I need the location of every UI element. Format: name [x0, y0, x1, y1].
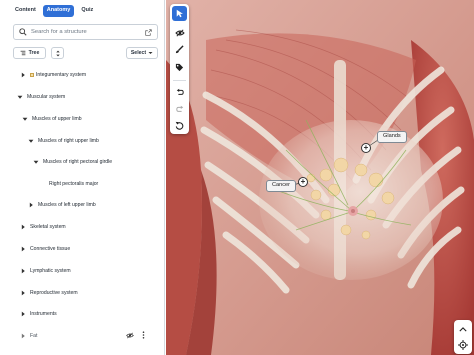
recenter-button[interactable] [456, 338, 470, 352]
anatomy-panel: Content Anatomy Quiz Tree Select [0, 0, 165, 355]
glands-label[interactable]: Glands [377, 131, 407, 143]
caret-right-icon[interactable] [20, 333, 26, 339]
nipple-center [351, 209, 355, 213]
tree-item-fat[interactable]: Fat [20, 331, 37, 341]
glands-pin-icon[interactable]: + [361, 143, 371, 153]
tree-item-label: Muscles of right pectoral girdle [43, 159, 113, 165]
tree-item-label: Muscles of right upper limb [38, 138, 99, 144]
chevron-up-icon [459, 326, 467, 331]
tree-item-pectoralis-major[interactable]: Right pectoralis major [49, 179, 98, 189]
tab-content[interactable]: Content [12, 5, 39, 17]
tree-icon [20, 50, 26, 56]
paint-tool-button[interactable] [172, 42, 187, 57]
tag-icon [175, 63, 184, 72]
caret-down-icon[interactable] [17, 94, 23, 100]
crosshair-icon [458, 340, 468, 350]
tree-item-label: Connective tissue [30, 246, 71, 252]
tree-item-label: Muscles of left upper limb [38, 202, 96, 208]
tab-quiz[interactable]: Quiz [78, 5, 96, 17]
search-box [13, 24, 158, 40]
caret-down-icon[interactable] [28, 138, 34, 144]
tree-item-integumentary[interactable]: Integumentary system [20, 70, 86, 80]
select-tool-button[interactable] [172, 6, 187, 21]
label-tool-button[interactable] [172, 60, 187, 75]
tree-item-instruments[interactable]: Instruments [20, 309, 57, 319]
external-link-icon[interactable] [145, 29, 152, 36]
caret-right-icon[interactable] [20, 268, 26, 274]
tree-item-label: Muscular system [27, 94, 66, 100]
hidden-eye-icon[interactable] [126, 332, 134, 339]
more-options-icon[interactable] [142, 331, 145, 339]
reset-icon [175, 121, 184, 130]
tree-item-right-pectoral[interactable]: Muscles of right pectoral girdle [33, 157, 112, 167]
anatomy-model-render[interactable] [166, 0, 474, 355]
caret-down-icon[interactable] [33, 159, 39, 165]
tree-item-label: Lymphatic system [30, 268, 71, 274]
tree-item-label: Instruments [30, 311, 57, 317]
tree-item-left-upper-limb[interactable]: Muscles of left upper limb [28, 200, 96, 210]
select-dropdown[interactable]: Select [126, 47, 158, 59]
caret-right-icon[interactable] [20, 290, 26, 296]
reset-button[interactable] [172, 118, 187, 133]
caret-right-icon[interactable] [20, 224, 26, 230]
tree-view-button[interactable]: Tree [13, 47, 46, 59]
tree-item-lymphatic[interactable]: Lymphatic system [20, 266, 71, 276]
tree-item-muscular[interactable]: Muscular system [17, 92, 65, 102]
caret-right-icon[interactable] [20, 246, 26, 252]
search-icon [19, 28, 27, 36]
cancer-pin-icon[interactable]: + [298, 177, 308, 187]
hide-tool-button[interactable] [172, 25, 187, 40]
undo-button[interactable] [172, 84, 187, 99]
tree-item-skeletal[interactable]: Skeletal system [20, 222, 66, 232]
tree-view-label: Tree [28, 50, 40, 56]
caret-right-icon[interactable] [20, 72, 26, 78]
tree-item-label: Skeletal system [30, 224, 66, 230]
expand-up-button[interactable] [456, 322, 470, 336]
sort-icon [55, 50, 60, 56]
breast-tissue [259, 120, 443, 280]
anatomy-3d-viewer[interactable] [166, 0, 474, 355]
tree-item-label: Reproductive system [30, 290, 78, 296]
tree-item-label: Right pectoralis major [49, 181, 99, 187]
tree-item-upper-limb[interactable]: Muscles of upper limb [22, 114, 82, 124]
paint-brush-icon [175, 45, 184, 54]
tree-item-right-upper-limb[interactable]: Muscles of right upper limb [28, 136, 99, 146]
cursor-icon [176, 9, 183, 18]
view-controls [454, 320, 472, 354]
undo-icon [176, 88, 184, 95]
redo-icon [175, 105, 183, 112]
redo-button[interactable] [172, 101, 187, 116]
tree-item-connective[interactable]: Connective tissue [20, 244, 70, 254]
sort-button[interactable] [51, 47, 64, 59]
tree-item-label: Fat [30, 333, 38, 339]
caret-right-icon[interactable] [28, 202, 34, 208]
caret-down-icon[interactable] [22, 116, 28, 122]
select-label: Select [130, 50, 147, 56]
chevron-down-icon [148, 52, 153, 54]
tree-item-label: Muscles of upper limb [32, 116, 82, 122]
toolbar-divider [173, 80, 186, 81]
caret-right-icon[interactable] [20, 311, 26, 317]
tree-item-label: Integumentary system [36, 72, 87, 78]
visibility-swatch [30, 73, 34, 77]
tab-anatomy[interactable]: Anatomy [42, 5, 75, 17]
panel-tabs: Content Anatomy Quiz [12, 4, 96, 18]
viewer-toolbar [170, 4, 189, 134]
fat-row-actions [126, 330, 148, 340]
tree-item-reproductive[interactable]: Reproductive system [20, 288, 78, 298]
hide-eye-icon [174, 28, 185, 37]
cancer-label[interactable]: Cancer [266, 180, 297, 192]
search-input[interactable] [31, 29, 136, 35]
